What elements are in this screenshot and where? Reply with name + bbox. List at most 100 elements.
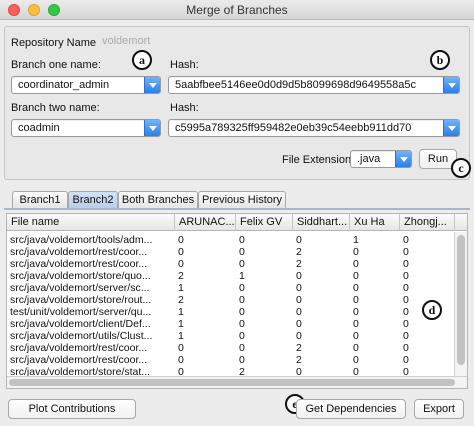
file-name-cell: src/java/voldemort/server/sc...	[10, 282, 150, 294]
count-cell: 0	[403, 258, 409, 270]
table-row[interactable]: src/java/voldemort/rest/coor... 0 0 2 0 …	[7, 258, 455, 270]
count-cell: 0	[239, 246, 245, 258]
file-name-cell: src/java/voldemort/rest/coor...	[10, 342, 148, 354]
count-cell: 0	[178, 354, 184, 366]
count-cell: 0	[178, 234, 184, 246]
window-title: Merge of Branches	[186, 3, 288, 17]
count-cell: 2	[178, 270, 184, 282]
count-cell: 0	[296, 270, 302, 282]
tab-branch1[interactable]: Branch1	[12, 191, 68, 209]
annotation-badge-a: a	[132, 50, 152, 70]
count-cell: 1	[178, 306, 184, 318]
count-cell: 2	[296, 258, 302, 270]
count-cell: 1	[353, 234, 359, 246]
count-cell: 0	[403, 234, 409, 246]
count-cell: 0	[353, 342, 359, 354]
file-extension-value: .java	[357, 153, 381, 165]
branch-one-select[interactable]: coordinator_admin	[11, 76, 161, 94]
column-header[interactable]: Xu Ha	[350, 214, 400, 231]
column-header[interactable]: Felix GV	[236, 214, 293, 231]
column-header[interactable]: Siddhart...	[293, 214, 350, 231]
count-cell: 0	[353, 294, 359, 306]
file-name-cell: src/java/voldemort/store/quo...	[10, 270, 151, 282]
count-cell: 0	[239, 294, 245, 306]
count-cell: 0	[403, 246, 409, 258]
file-name-cell: src/java/voldemort/utils/Clust...	[10, 330, 153, 342]
branch-two-select[interactable]: coadmin	[11, 119, 161, 137]
count-cell: 0	[239, 354, 245, 366]
annotation-badge-c: c	[451, 158, 471, 178]
count-cell: 0	[353, 270, 359, 282]
column-header[interactable]: Zhongj...	[400, 214, 455, 231]
tab-previous-history[interactable]: Previous History	[198, 191, 286, 209]
vertical-scrollbar[interactable]	[454, 232, 467, 378]
hash-one-select[interactable]: 5aabfbee5146ee0d0d9d5b8099698d9649558a5c	[168, 76, 460, 94]
chevron-down-icon	[144, 77, 160, 93]
count-cell: 0	[403, 270, 409, 282]
count-cell: 0	[353, 354, 359, 366]
tab-divider	[4, 208, 470, 210]
count-cell: 0	[239, 342, 245, 354]
count-cell: 0	[296, 282, 302, 294]
annotation-badge-b: b	[430, 50, 450, 70]
table-row[interactable]: src/java/voldemort/client/Def... 1 0 0 0…	[7, 318, 455, 330]
title-bar: Merge of Branches	[0, 0, 474, 20]
file-name-cell: src/java/voldemort/rest/coor...	[10, 258, 148, 270]
count-cell: 0	[353, 318, 359, 330]
horizontal-scrollbar[interactable]	[7, 376, 467, 388]
plot-contributions-button[interactable]: Plot Contributions	[8, 399, 136, 419]
count-cell: 0	[403, 282, 409, 294]
count-cell: 2	[296, 342, 302, 354]
count-cell: 0	[239, 318, 245, 330]
file-extension-select[interactable]: .java	[350, 150, 412, 168]
file-name-cell: test/unit/voldemort/server/qu...	[10, 306, 152, 318]
count-cell: 0	[239, 282, 245, 294]
count-cell: 0	[178, 246, 184, 258]
hash-one-value: 5aabfbee5146ee0d0d9d5b8099698d9649558a5c	[175, 79, 417, 91]
tab-branch2[interactable]: Branch2	[68, 191, 118, 209]
file-extension-label: File Extension	[282, 154, 352, 166]
chevron-down-icon	[443, 77, 459, 93]
file-name-cell: src/java/voldemort/client/Def...	[10, 318, 151, 330]
horizontal-scroll-thumb[interactable]	[9, 379, 455, 386]
table-row[interactable]: test/unit/voldemort/server/qu... 1 0 0 0…	[7, 306, 455, 318]
repository-name-field[interactable]: voldemort	[99, 33, 459, 51]
table-row[interactable]: src/java/voldemort/server/sc... 1 0 0 0 …	[7, 282, 455, 294]
count-cell: 0	[296, 330, 302, 342]
column-header[interactable]: File name	[7, 214, 175, 231]
count-cell: 0	[353, 282, 359, 294]
table-row[interactable]: src/java/voldemort/store/rout... 2 0 0 0…	[7, 294, 455, 306]
count-cell: 0	[353, 258, 359, 270]
table-row[interactable]: src/java/voldemort/utils/Clust... 1 0 0 …	[7, 330, 455, 342]
tab-both-branches[interactable]: Both Branches	[118, 191, 198, 209]
count-cell: 0	[239, 306, 245, 318]
hash-two-label: Hash:	[170, 102, 199, 114]
table-row[interactable]: src/java/voldemort/rest/coor... 0 0 2 0 …	[7, 342, 455, 354]
table-row[interactable]: src/java/voldemort/tools/adm... 0 0 0 1 …	[7, 234, 455, 246]
count-cell: 0	[353, 306, 359, 318]
count-cell: 0	[239, 330, 245, 342]
count-cell: 0	[178, 258, 184, 270]
table-row[interactable]: src/java/voldemort/rest/coor... 0 0 2 0 …	[7, 354, 455, 366]
count-cell: 0	[353, 330, 359, 342]
hash-two-select[interactable]: c5995a789325ff959482e0eb39c54eebb911dd70	[168, 119, 460, 137]
vertical-scroll-thumb[interactable]	[457, 235, 465, 365]
get-dependencies-button[interactable]: Get Dependencies	[296, 399, 406, 419]
column-header[interactable]: ARUNAC...	[175, 214, 236, 231]
file-name-cell: src/java/voldemort/tools/adm...	[10, 234, 153, 246]
file-name-cell: src/java/voldemort/rest/coor...	[10, 246, 148, 258]
export-button[interactable]: Export	[414, 399, 464, 419]
table-row[interactable]: src/java/voldemort/rest/coor... 0 0 2 0 …	[7, 246, 455, 258]
count-cell: 2	[178, 294, 184, 306]
file-name-cell: src/java/voldemort/store/rout...	[10, 294, 152, 306]
branch-one-value: coordinator_admin	[18, 79, 110, 91]
count-cell: 0	[239, 258, 245, 270]
table-row[interactable]: src/java/voldemort/store/quo... 2 1 0 0 …	[7, 270, 455, 282]
table-header: File name ARUNAC... Felix GV Siddhart...…	[7, 214, 467, 231]
count-cell: 0	[296, 318, 302, 330]
count-cell: 0	[403, 342, 409, 354]
count-cell: 0	[296, 234, 302, 246]
count-cell: 0	[239, 234, 245, 246]
count-cell: 1	[178, 330, 184, 342]
contributions-table: File name ARUNAC... Felix GV Siddhart...…	[6, 213, 468, 389]
